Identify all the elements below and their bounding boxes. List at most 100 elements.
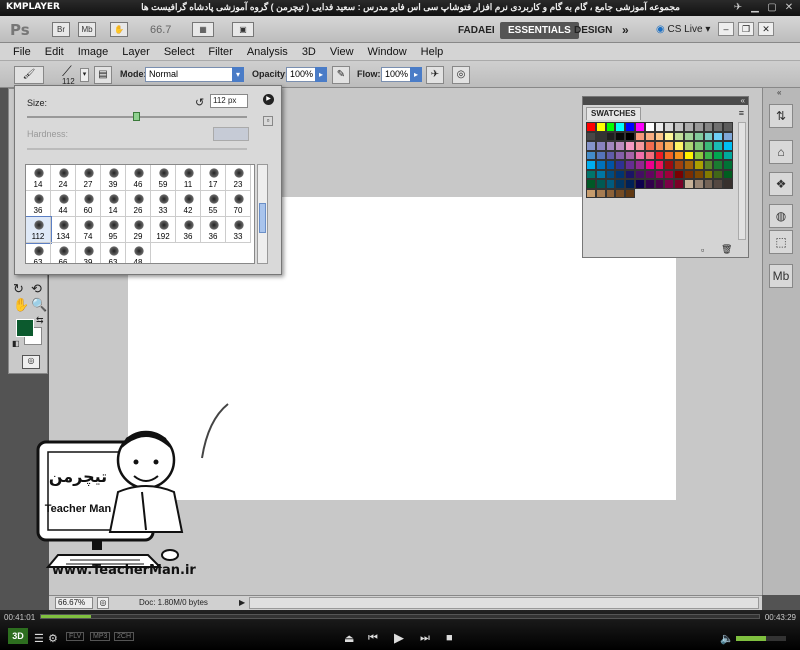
workspace-design[interactable]: DESIGN (566, 22, 620, 39)
color-swatch[interactable] (586, 188, 596, 198)
brush-preset[interactable]: 33 (151, 191, 176, 217)
zoom-tool-icon[interactable]: 🔍 (31, 297, 47, 313)
color-swatch[interactable] (683, 122, 694, 132)
color-swatch[interactable] (586, 131, 596, 141)
color-swatch[interactable] (723, 122, 733, 132)
brush-preset[interactable]: 27 (76, 165, 101, 191)
brush-preset[interactable]: 59 (151, 165, 176, 191)
color-swatch[interactable] (634, 131, 645, 141)
color-swatch[interactable] (693, 169, 704, 179)
styles-panel-icon[interactable]: ❖ (769, 172, 793, 196)
color-swatch[interactable] (723, 150, 733, 160)
brush-presets-scrollbar[interactable] (257, 164, 268, 264)
default-colors-icon[interactable]: ◧ (12, 339, 20, 348)
color-swatch[interactable] (605, 150, 616, 160)
color-swatch[interactable] (625, 150, 635, 160)
color-swatch[interactable] (654, 122, 665, 132)
brush-preset[interactable]: 60 (76, 191, 101, 217)
color-swatch[interactable] (644, 179, 655, 189)
quick-mask-icon[interactable]: ◎ (22, 355, 40, 369)
size-slider[interactable] (27, 112, 247, 121)
swatches-scrollbar[interactable] (738, 122, 746, 240)
arrange-documents-icon[interactable]: ▦ (192, 22, 214, 37)
color-swatch[interactable] (625, 131, 635, 141)
color-swatch[interactable] (683, 179, 694, 189)
color-swatch[interactable] (654, 160, 665, 170)
workspace-fadaei[interactable]: FADAEI (450, 22, 503, 39)
hand-tool-icon[interactable]: ✋ (13, 297, 29, 313)
color-swatch[interactable] (595, 188, 606, 198)
color-swatch[interactable] (674, 141, 684, 151)
brush-preset[interactable]: 70 (226, 191, 251, 217)
brush-preset[interactable]: 33 (226, 217, 251, 243)
color-swatch[interactable] (625, 179, 635, 189)
color-swatch[interactable] (634, 150, 645, 160)
color-swatch[interactable] (713, 169, 724, 179)
adjustments-panel-icon[interactable]: ⇅ (769, 104, 793, 128)
close-icon[interactable]: ✕ (758, 22, 774, 36)
rotate-view-tool-icon[interactable]: ↻ (13, 281, 24, 297)
airbrush-icon[interactable]: ✈ (426, 66, 444, 84)
color-swatch[interactable] (654, 169, 665, 179)
color-swatch[interactable] (625, 169, 635, 179)
color-swatch[interactable] (664, 179, 675, 189)
horizontal-scrollbar[interactable] (249, 597, 759, 609)
color-swatch[interactable] (586, 150, 596, 160)
color-swatch[interactable] (605, 160, 616, 170)
color-swatch[interactable] (713, 131, 724, 141)
maximize-icon[interactable]: ▢ (765, 1, 779, 14)
collapse-panel-icon[interactable]: « (741, 96, 745, 105)
size-slider-thumb[interactable] (133, 112, 140, 121)
close-icon[interactable]: ✕ (782, 1, 796, 14)
color-swatch[interactable] (634, 179, 645, 189)
color-swatch[interactable] (605, 122, 616, 132)
color-swatch[interactable] (693, 131, 704, 141)
color-swatch[interactable] (615, 122, 626, 132)
brush-preset[interactable]: 44 (51, 191, 76, 217)
brush-preset[interactable]: 134 (51, 217, 76, 243)
brush-preset[interactable]: 17 (201, 165, 226, 191)
zoom-level[interactable]: 66.7 (150, 24, 171, 36)
brush-preset[interactable]: 42 (176, 191, 201, 217)
menu-3d[interactable]: 3D (295, 46, 323, 58)
menu-layer[interactable]: Layer (115, 46, 157, 58)
color-swatch[interactable] (683, 150, 694, 160)
size-input[interactable]: 112 px (210, 94, 248, 108)
color-swatch[interactable] (664, 169, 675, 179)
color-swatch[interactable] (605, 141, 616, 151)
brush-preset[interactable]: 63 (26, 243, 51, 263)
color-swatch[interactable] (674, 169, 684, 179)
color-swatch[interactable] (586, 179, 596, 189)
color-swatch[interactable] (634, 169, 645, 179)
color-swatch[interactable] (713, 179, 724, 189)
color-swatch[interactable] (723, 141, 733, 151)
screen-mode-icon[interactable]: ▣ (232, 22, 254, 37)
color-swatch[interactable] (723, 169, 733, 179)
flow-input[interactable]: 100% (381, 67, 411, 82)
tablet-pressure-opacity-icon[interactable]: ✎ (332, 66, 350, 84)
color-swatch[interactable] (654, 131, 665, 141)
menu-help[interactable]: Help (414, 46, 451, 58)
brush-preset[interactable]: 24 (51, 165, 76, 191)
color-swatch[interactable] (595, 169, 606, 179)
hardness-input[interactable] (213, 127, 249, 141)
more-workspaces-icon[interactable]: » (614, 22, 637, 39)
tablet-pressure-size-icon[interactable]: ◎ (452, 66, 470, 84)
color-swatch[interactable] (664, 131, 675, 141)
color-swatch[interactable] (615, 160, 626, 170)
color-swatch[interactable] (625, 122, 635, 132)
color-swatch[interactable] (683, 131, 694, 141)
brush-preset[interactable]: 14 (101, 191, 126, 217)
color-swatch[interactable] (683, 160, 694, 170)
brush-preset[interactable]: 55 (201, 191, 226, 217)
playlist-icon[interactable]: ☰ (34, 632, 44, 645)
color-swatch[interactable] (595, 150, 606, 160)
opacity-slider-arrow-icon[interactable]: ▸ (315, 67, 327, 82)
color-swatch[interactable] (634, 141, 645, 151)
mini-bridge-panel-icon[interactable]: Mb (769, 264, 793, 288)
status-menu-arrow-icon[interactable]: ▶ (239, 598, 245, 607)
brush-preset[interactable]: 39 (76, 243, 101, 263)
brush-preset[interactable]: 29 (126, 217, 151, 243)
color-swatch[interactable] (713, 122, 724, 132)
reset-size-icon[interactable]: ↺ (195, 96, 204, 109)
